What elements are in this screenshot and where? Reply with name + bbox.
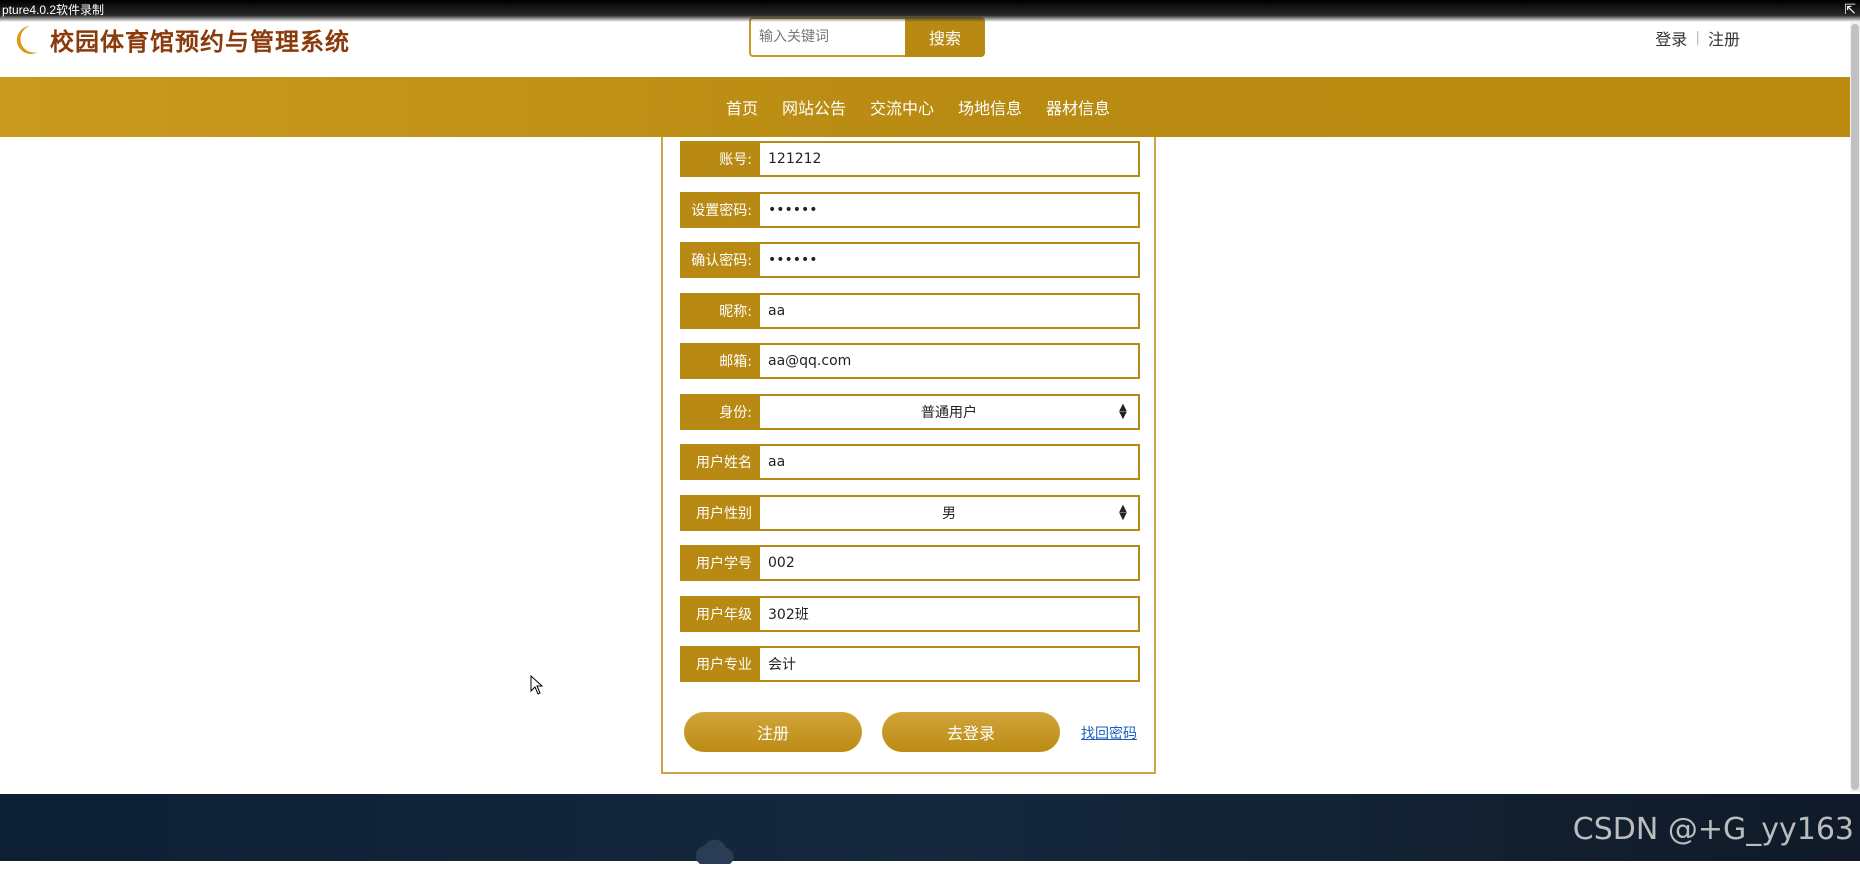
field-label: 确认密码: [682, 244, 760, 276]
scrollbar-thumb[interactable] [1851, 24, 1859, 790]
field-nickname: 昵称: aa [680, 293, 1140, 329]
main-nav: 首页 网站公告 交流中心 场地信息 器材信息 [0, 77, 1860, 137]
field-label: 邮箱: [682, 345, 760, 377]
grade-input[interactable]: 302班 [760, 598, 1138, 630]
select-arrows-icon: ▲ ▼ [1119, 402, 1127, 421]
field-password: 设置密码: •••••• [680, 192, 1140, 228]
cloud-icon [690, 834, 738, 864]
nav-community[interactable]: 交流中心 [870, 95, 934, 119]
field-label: 身份: [682, 396, 760, 428]
field-label: 昵称: [682, 295, 760, 327]
field-label: 用户专业 [682, 648, 760, 680]
field-confirm-password: 确认密码: •••••• [680, 242, 1140, 278]
field-major: 用户专业 会计 [680, 646, 1140, 682]
register-button[interactable]: 注册 [684, 712, 862, 752]
gender-select[interactable]: 男 ▲ ▼ [760, 497, 1138, 529]
field-label: 用户年级 [682, 598, 760, 630]
csdn-watermark: CSDN @+G_yy163 [1572, 812, 1854, 847]
role-select-value: 普通用户 [921, 405, 977, 421]
field-user-gender: 用户性别 男 ▲ ▼ [680, 495, 1140, 531]
recorder-caption-bar: pture4.0.2软件录制 ⇱ [0, 0, 1860, 22]
site-title: 校园体育馆预约与管理系统 [50, 28, 350, 56]
nav-equipment[interactable]: 器材信息 [1046, 95, 1110, 119]
site-logo[interactable]: 校园体育馆预约与管理系统 [14, 22, 350, 57]
nav-announcements[interactable]: 网站公告 [782, 95, 846, 119]
major-input[interactable]: 会计 [760, 648, 1138, 680]
user-name-input[interactable]: aa [760, 446, 1138, 478]
search-bar: 搜索 [749, 17, 985, 57]
field-grade: 用户年级 302班 [680, 596, 1140, 632]
register-form: 账号: 121212 设置密码: •••••• 确认密码: •••••• 昵称:… [661, 137, 1156, 774]
auth-separator: | [1695, 30, 1700, 46]
search-button[interactable]: 搜索 [905, 17, 985, 57]
auth-links: 登录 | 注册 [1655, 26, 1740, 50]
field-user-name: 用户姓名 aa [680, 444, 1140, 480]
field-label: 账号: [682, 143, 760, 175]
recorder-caption: pture4.0.2软件录制 [2, 3, 105, 17]
field-email: 邮箱: aa@qq.com [680, 343, 1140, 379]
page-footer: CSDN @+G_yy163 [0, 794, 1860, 864]
student-id-input[interactable]: 002 [760, 547, 1138, 579]
go-login-button[interactable]: 去登录 [882, 712, 1060, 752]
gender-select-value: 男 [942, 506, 956, 522]
account-input[interactable]: 121212 [760, 143, 1138, 175]
search-input[interactable] [749, 17, 905, 57]
login-link[interactable]: 登录 [1655, 26, 1687, 50]
select-arrows-icon: ▲ ▼ [1119, 503, 1127, 522]
email-input[interactable]: aa@qq.com [760, 345, 1138, 377]
field-label: 设置密码: [682, 194, 760, 226]
field-student-id: 用户学号 002 [680, 545, 1140, 581]
mouse-pointer-icon [530, 674, 544, 695]
field-account: 账号: 121212 [680, 141, 1140, 177]
nav-home[interactable]: 首页 [726, 95, 758, 119]
field-role: 身份: 普通用户 ▲ ▼ [680, 394, 1140, 430]
forgot-password-link[interactable]: 找回密码 [1081, 723, 1137, 743]
confirm-password-input[interactable]: •••••• [760, 244, 1138, 276]
moon-icon [14, 24, 40, 56]
register-link[interactable]: 注册 [1708, 26, 1740, 50]
field-label: 用户姓名 [682, 446, 760, 478]
nickname-input[interactable]: aa [760, 295, 1138, 327]
fullscreen-toggle-icon[interactable]: ⇱ [1844, 2, 1856, 16]
page-scrollbar[interactable] [1850, 22, 1860, 792]
field-label: 用户性别 [682, 497, 760, 529]
nav-venues[interactable]: 场地信息 [958, 95, 1022, 119]
field-label: 用户学号 [682, 547, 760, 579]
role-select[interactable]: 普通用户 ▲ ▼ [760, 396, 1138, 428]
password-input[interactable]: •••••• [760, 194, 1138, 226]
